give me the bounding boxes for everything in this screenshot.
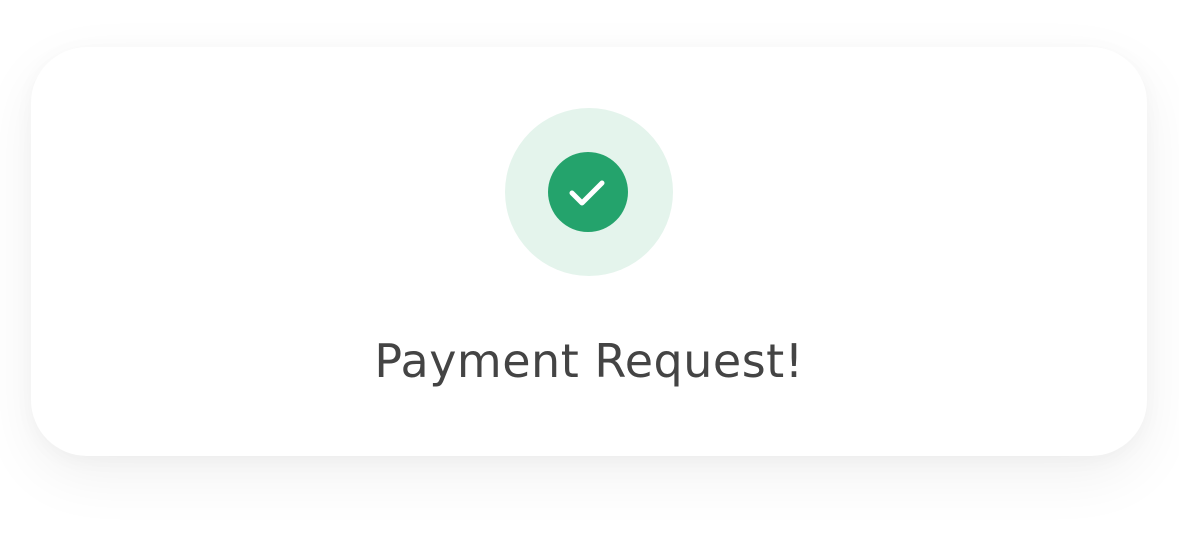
success-status-halo (505, 108, 673, 276)
check-icon (569, 180, 605, 206)
payment-request-dialog: Payment Request! (31, 47, 1147, 456)
page: Payment Request! (0, 0, 1179, 552)
success-status-badge (548, 152, 628, 232)
dialog-title: Payment Request! (374, 334, 804, 388)
